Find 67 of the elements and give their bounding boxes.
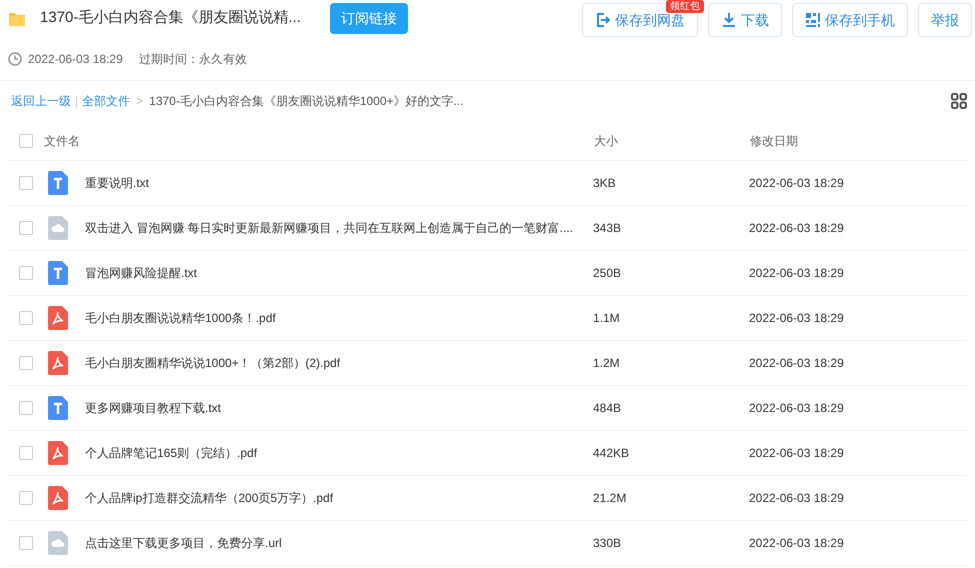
checkbox[interactable] bbox=[19, 356, 33, 370]
current-folder: 1370-毛小白内容合集《朋友圈说说精华1000+》好的文字... bbox=[149, 93, 464, 110]
expiry-text: 过期时间：永久有效 bbox=[138, 50, 247, 68]
file-name[interactable]: 冒泡网赚风险提醒.txt bbox=[85, 264, 593, 282]
checkbox[interactable] bbox=[19, 491, 33, 505]
checkbox[interactable] bbox=[19, 536, 33, 550]
file-size: 250B bbox=[593, 265, 622, 282]
breadcrumb-divider: | bbox=[75, 93, 78, 110]
file-size: 21.2M bbox=[593, 490, 628, 507]
file-name[interactable]: 点击这里下载更多项目，免费分享.url bbox=[85, 534, 593, 552]
checkbox[interactable] bbox=[19, 311, 33, 325]
folder-icon bbox=[9, 12, 25, 26]
checkbox[interactable] bbox=[19, 221, 33, 235]
pdf-file-icon bbox=[48, 306, 68, 330]
file-size: 1.2M bbox=[593, 355, 621, 372]
action-button[interactable]: 保存到手机 bbox=[792, 3, 908, 37]
folder-title: 1370-毛小白内容合集《朋友圈说说精... bbox=[40, 8, 301, 28]
file-size: 484B bbox=[593, 400, 622, 417]
modified-date: 2022-06-03 18:29 bbox=[749, 220, 844, 237]
modified-date: 2022-06-03 18:29 bbox=[749, 310, 844, 327]
file-name[interactable]: 个人品牌ip打造群交流精华（200页5万字）.pdf bbox=[85, 489, 593, 507]
pdf-file-icon bbox=[48, 441, 68, 465]
file-name[interactable]: 更多网赚项目教程下载.txt bbox=[85, 399, 593, 417]
modified-date: 2022-06-03 18:29 bbox=[749, 490, 844, 507]
all-files-link[interactable]: 全部文件 bbox=[82, 92, 130, 110]
download-icon bbox=[721, 12, 737, 28]
file-size: 1.1M bbox=[593, 310, 621, 327]
cloud-file-icon bbox=[48, 216, 68, 240]
file-name[interactable]: 双击进入 冒泡网赚 每日实时更新最新网赚项目，共同在互联网上创造属于自己的一笔财富.... bbox=[85, 219, 593, 237]
file-name[interactable]: 重要说明.txt bbox=[85, 174, 593, 192]
file-size: 330B bbox=[593, 535, 622, 552]
pdf-file-icon bbox=[48, 351, 68, 375]
text-file-icon bbox=[48, 171, 68, 195]
column-header[interactable]: 大小 bbox=[594, 132, 750, 150]
file-size: 343B bbox=[593, 220, 622, 237]
action-button[interactable]: 下载 bbox=[708, 3, 782, 37]
file-name[interactable]: 毛小白朋友圈精华说说1000+！（第2部）(2).pdf bbox=[85, 354, 593, 372]
modified-date: 2022-06-03 18:29 bbox=[749, 265, 844, 282]
breadcrumb-separator: > bbox=[136, 93, 144, 110]
file-size: 3KB bbox=[593, 175, 617, 192]
action-button[interactable]: 举报 bbox=[918, 3, 972, 37]
modified-date: 2022-06-03 18:29 bbox=[749, 445, 844, 462]
file-name[interactable]: 毛小白朋友圈说说精华1000条！.pdf bbox=[85, 309, 593, 327]
cloud-file-icon bbox=[48, 531, 68, 555]
column-header[interactable]: 文件名 bbox=[44, 132, 594, 150]
file-name[interactable]: 个人品牌笔记165则（完结）.pdf bbox=[85, 444, 593, 462]
select-all-checkbox[interactable] bbox=[19, 134, 33, 148]
qr-code-icon bbox=[805, 12, 821, 28]
reward-badge: 领红包 bbox=[666, 0, 704, 13]
checkbox[interactable] bbox=[19, 266, 33, 280]
text-file-icon bbox=[48, 396, 68, 420]
column-header[interactable]: 修改日期 bbox=[750, 132, 798, 150]
modified-date: 2022-06-03 18:29 bbox=[749, 400, 844, 417]
grid-view-icon[interactable] bbox=[951, 93, 967, 109]
text-file-icon bbox=[48, 261, 68, 285]
back-link[interactable]: 返回上一级 bbox=[11, 92, 71, 110]
clock-icon bbox=[8, 52, 22, 66]
file-size: 442KB bbox=[593, 445, 630, 462]
modified-date: 2022-06-03 18:29 bbox=[749, 355, 844, 372]
checkbox[interactable] bbox=[19, 176, 33, 190]
pdf-file-icon bbox=[48, 486, 68, 510]
modified-date: 2022-06-03 18:29 bbox=[749, 535, 844, 552]
checkbox[interactable] bbox=[19, 446, 33, 460]
modified-date: 2022-06-03 18:29 bbox=[749, 175, 844, 192]
save-icon bbox=[595, 12, 611, 28]
share-date: 2022-06-03 18:29 bbox=[28, 50, 123, 68]
checkbox[interactable] bbox=[19, 401, 33, 415]
